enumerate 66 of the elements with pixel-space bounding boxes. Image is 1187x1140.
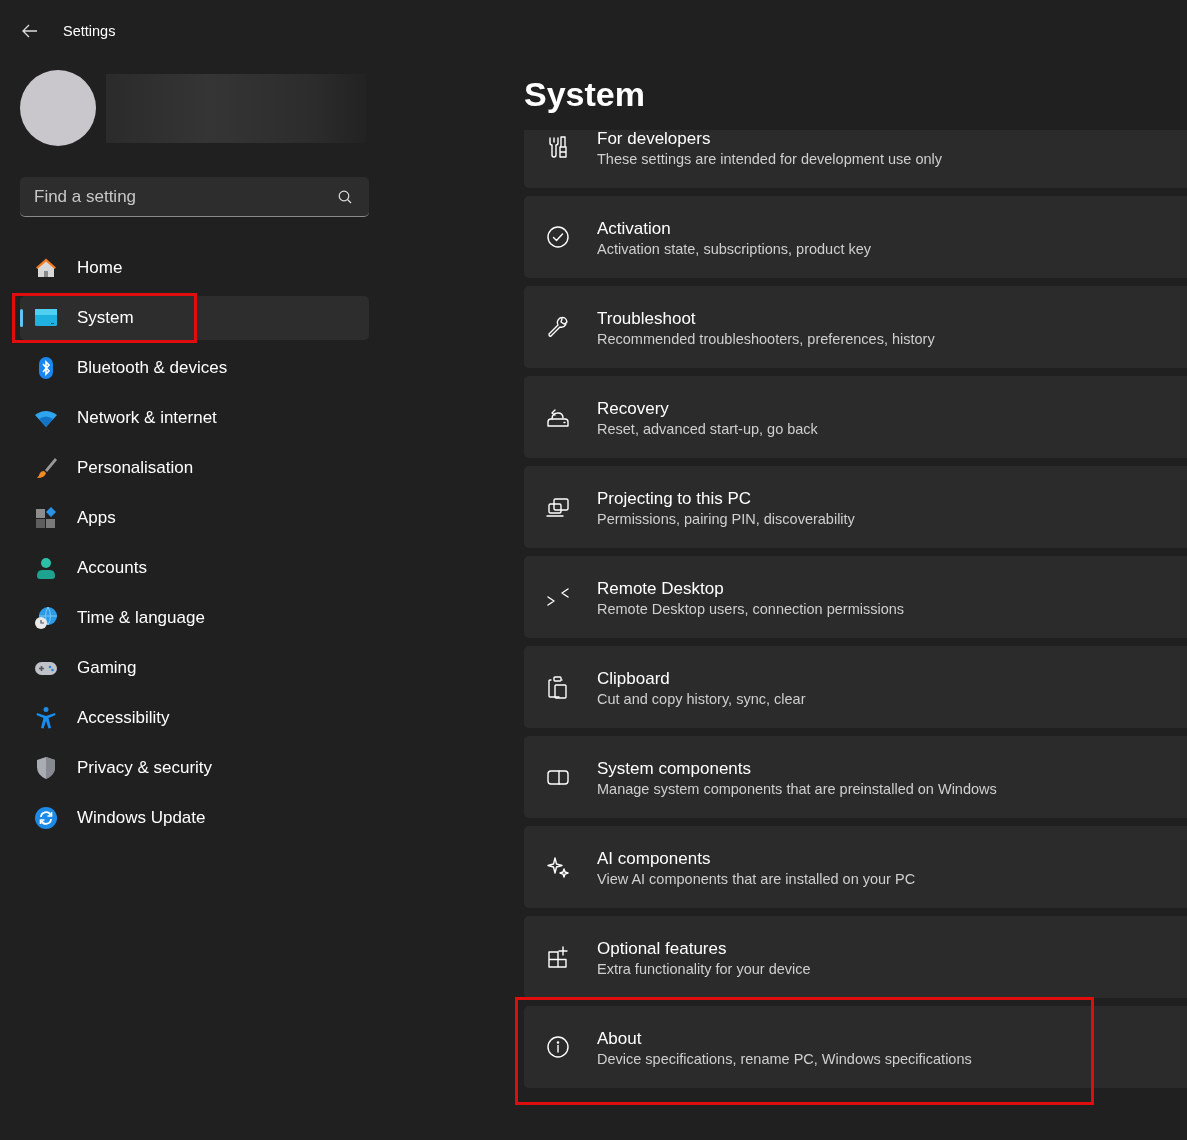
- nav-item[interactable]: Network & internet: [20, 396, 369, 440]
- card-subtitle: Manage system components that are preinstalled on Windows: [597, 779, 997, 799]
- nav-item[interactable]: Home: [20, 246, 369, 290]
- shield-icon: [34, 756, 58, 780]
- card-title: Projecting to this PC: [597, 487, 752, 509]
- card-title: AI components: [597, 847, 712, 869]
- card-subtitle: Reset, advanced start-up, go back: [597, 419, 818, 439]
- add-grid-icon: [546, 945, 570, 969]
- accessibility-icon: [34, 706, 58, 730]
- card-subtitle: Activation state, subscriptions, product key: [597, 239, 872, 259]
- card-title: About: [597, 1027, 643, 1049]
- settings-card[interactable]: AI components View AI components that are installed on your PC: [524, 826, 1187, 908]
- card-title: Troubleshoot: [597, 307, 697, 329]
- settings-card[interactable]: Recovery Reset, advanced start-up, go back: [524, 376, 1187, 458]
- card-subtitle: These settings are intended for development use only: [597, 149, 942, 169]
- check-circle-icon: [546, 225, 570, 249]
- apps-icon: [34, 506, 58, 530]
- nav-item[interactable]: Accounts: [20, 546, 369, 590]
- search-field[interactable]: Find a setting: [20, 177, 369, 217]
- tools-icon: [546, 135, 570, 159]
- nav-item[interactable]: Apps: [20, 496, 369, 540]
- card-title: Activation: [597, 217, 672, 239]
- paintbrush-icon: [34, 456, 58, 480]
- settings-card[interactable]: Activation Activation state, subscriptions, product key: [524, 196, 1187, 278]
- page-title: System: [524, 74, 645, 115]
- nav-item[interactable]: Accessibility: [20, 696, 369, 740]
- card-title: System components: [597, 757, 752, 779]
- globe-clock-icon: [34, 606, 58, 630]
- nav-item[interactable]: Bluetooth & devices: [20, 346, 369, 390]
- nav-item[interactable]: Time & language: [20, 596, 369, 640]
- settings-card[interactable]: System components Manage system components that are preinstalled on Windows: [524, 736, 1187, 818]
- settings-card[interactable]: Clipboard Cut and copy history, sync, clear: [524, 646, 1187, 728]
- person-icon: [34, 556, 58, 580]
- settings-card[interactable]: For developers These settings are intended for development use only: [524, 130, 1187, 188]
- card-title: Clipboard: [597, 667, 671, 689]
- card-subtitle: Permissions, pairing PIN, discoverability: [597, 509, 855, 529]
- card-subtitle: Extra functionality for your device: [597, 959, 811, 979]
- screens-icon: [546, 495, 570, 519]
- settings-card[interactable]: About Device specifications, rename PC, Windows specifications: [524, 1006, 1187, 1088]
- nav-item[interactable]: Gaming: [20, 646, 369, 690]
- back-arrow-icon[interactable]: [22, 24, 38, 38]
- nav-item[interactable]: Privacy & security: [20, 746, 369, 790]
- settings-card[interactable]: Remote Desktop Remote Desktop users, connection permissions: [524, 556, 1187, 638]
- card-subtitle: Cut and copy history, sync, clear: [597, 689, 806, 709]
- card-subtitle: Recommended troubleshooters, preferences, history: [597, 329, 935, 349]
- wrench-icon: [546, 315, 570, 339]
- search-icon: [338, 190, 352, 204]
- nav-item[interactable]: Personalisation: [20, 446, 369, 490]
- card-title: For developers: [597, 130, 712, 149]
- settings-card[interactable]: Troubleshoot Recommended troubleshooters, preferences, history: [524, 286, 1187, 368]
- card-title: Recovery: [597, 397, 670, 419]
- card-title: Optional features: [597, 937, 728, 959]
- home-icon: [34, 256, 58, 280]
- card-subtitle: View AI components that are installed on your PC: [597, 869, 916, 889]
- info-icon: [546, 1035, 570, 1059]
- card-subtitle: Device specifications, rename PC, Windows specifications: [597, 1049, 972, 1069]
- settings-card[interactable]: Projecting to this PC Permissions, pairing PIN, discoverability: [524, 466, 1187, 548]
- nav-item[interactable]: System: [20, 296, 369, 340]
- window-title: Settings: [63, 23, 116, 39]
- clipboard-icon: [546, 675, 570, 699]
- sparkle-icon: [546, 855, 570, 879]
- settings-card[interactable]: Optional features Extra functionality for your device: [524, 916, 1187, 998]
- card-title: Remote Desktop: [597, 577, 725, 599]
- refresh-icon: [34, 806, 58, 830]
- nav-item[interactable]: Windows Update: [20, 796, 369, 840]
- card-subtitle: Remote Desktop users, connection permissions: [597, 599, 905, 619]
